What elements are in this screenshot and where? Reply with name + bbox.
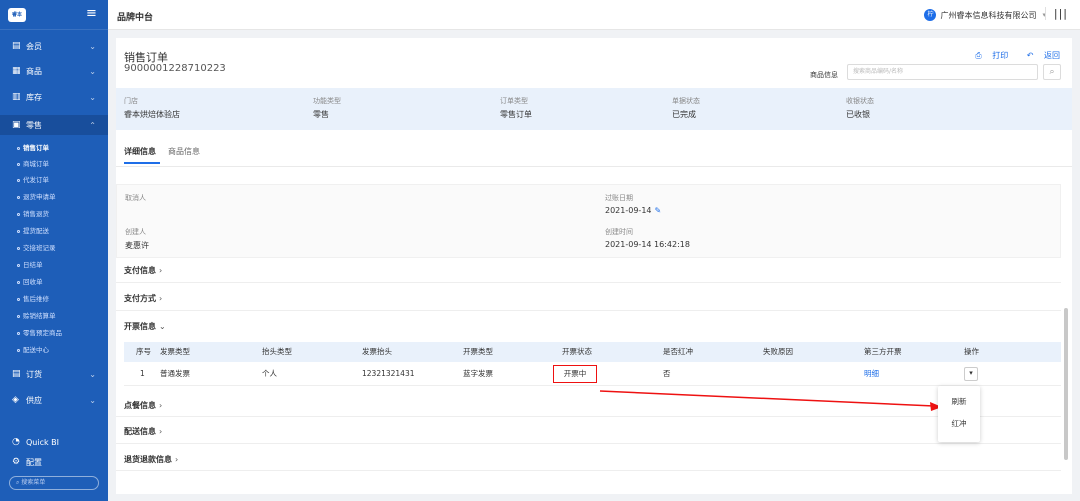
refresh-menu-item[interactable]: 刷新 (938, 391, 980, 413)
supply-icon: ◈ (12, 395, 19, 405)
menu-label: 配置 (26, 457, 42, 467)
menu-label: 商品 (26, 66, 42, 76)
bullet-icon (17, 263, 20, 267)
grid-icon: ▦ (12, 66, 21, 76)
company-selector[interactable]: 柠 广州睿本信息科技有限公司 ▾ (924, 9, 1046, 21)
member-card-icon: ▤ (12, 41, 21, 51)
sidebar-item-recycle[interactable]: 回收单 (0, 275, 108, 289)
sidebar-item-sales-order[interactable]: 销售订单 (0, 141, 108, 155)
sidebar-item-credit-settlement[interactable]: 赊销结算单 (0, 309, 108, 323)
bullet-icon (17, 212, 20, 216)
menu-item-inventory[interactable]: ▥ 库存 ⌄ (0, 87, 108, 107)
more-menu-icon[interactable]: ||| (1044, 7, 1068, 20)
sidebar-item-distribution-center[interactable]: 配送中心 (0, 343, 108, 357)
sidebar-item-dropship-order[interactable]: 代发订单 (0, 173, 108, 187)
menu-label: 订货 (26, 369, 42, 379)
sidebar: 睿本 ≡ ▤ 会员 ⌄ ▦ 商品 ⌄ ▥ 库存 ⌄ ▣ 零售 ⌃ 销售订单 商城订单 代发订单 … (0, 0, 108, 501)
bullet-icon (17, 331, 20, 335)
bullet-icon (17, 162, 20, 166)
sidebar-item-mall-order[interactable]: 商城订单 (0, 157, 108, 171)
sidebar-item-return-request[interactable]: 退货申请单 (0, 190, 108, 204)
chevron-down-icon: ⌄ (89, 92, 96, 102)
arrow-line (599, 390, 935, 407)
sidebar-item-daily-statement[interactable]: 日结单 (0, 258, 108, 272)
bullet-icon (17, 178, 20, 182)
top-bar: 品牌中台 柠 广州睿本信息科技有限公司 ▾ ||| (108, 0, 1080, 30)
sidebar-item-sales-return[interactable]: 销售退货 (0, 207, 108, 221)
app-title: 品牌中台 (117, 13, 154, 23)
chevron-down-icon: ⌄ (89, 369, 96, 379)
company-name: 广州睿本信息科技有限公司 (940, 10, 1037, 20)
chevron-up-icon: ⌃ (89, 120, 96, 130)
operation-dropdown-menu: 刷新 红冲 (938, 386, 980, 442)
sidebar-item-preorder[interactable]: 零售预定商品 (0, 326, 108, 340)
chevron-down-icon: ⌄ (89, 395, 96, 405)
retail-icon: ▣ (12, 120, 21, 130)
annotation-arrow (599, 390, 942, 411)
menu-item-quickbi[interactable]: ◔ Quick BI (0, 432, 108, 452)
red-flush-menu-item[interactable]: 红冲 (938, 413, 980, 435)
company-icon: 柠 (924, 9, 937, 21)
menu-item-ordering[interactable]: ▤ 订货 ⌄ (0, 364, 108, 384)
menu-item-member[interactable]: ▤ 会员 ⌄ (0, 36, 108, 56)
hamburger-menu-icon[interactable]: ≡ (86, 6, 97, 22)
bullet-icon (17, 280, 20, 284)
sidebar-item-pickup-delivery[interactable]: 提货配送 (0, 224, 108, 238)
menu-label: Quick BI (26, 437, 60, 447)
chevron-down-icon: ⌄ (89, 41, 96, 51)
sidebar-search-input[interactable]: ⌕ 搜索菜单 (9, 476, 99, 490)
bullet-icon (17, 348, 20, 352)
bullet-icon (17, 246, 20, 250)
menu-item-product[interactable]: ▦ 商品 ⌄ (0, 61, 108, 81)
scrollbar[interactable] (1064, 308, 1068, 460)
main-content: 销售订单 9000001228710223 ⎙ 打印 ↶ 返回 商品信息 搜索商… (116, 38, 1072, 494)
bullet-icon (17, 229, 20, 233)
sidebar-item-after-sales[interactable]: 售后维修 (0, 292, 108, 306)
menu-label: 会员 (26, 41, 42, 51)
app-logo: 睿本 (8, 8, 26, 22)
chevron-down-icon: ⌄ (89, 66, 96, 76)
order-icon: ▤ (12, 369, 21, 379)
menu-item-config[interactable]: ⚙ 配置 (0, 452, 108, 472)
menu-label: 库存 (26, 92, 42, 102)
menu-item-retail[interactable]: ▣ 零售 ⌃ (0, 115, 108, 135)
bullet-icon (17, 314, 20, 318)
sidebar-header: 睿本 ≡ (0, 0, 108, 30)
quickbi-icon: ◔ (12, 437, 20, 447)
gear-icon: ⚙ (12, 457, 21, 467)
menu-label: 零售 (26, 120, 42, 130)
sidebar-item-shift-record[interactable]: 交接班记录 (0, 241, 108, 255)
bullet-icon (17, 146, 20, 150)
menu-label: 供应 (26, 395, 42, 405)
bullet-icon (17, 297, 20, 301)
search-icon: ⌕ (16, 479, 20, 486)
warehouse-icon: ▥ (12, 92, 21, 102)
menu-item-supply[interactable]: ◈ 供应 ⌄ (0, 390, 108, 410)
bullet-icon (17, 195, 20, 199)
